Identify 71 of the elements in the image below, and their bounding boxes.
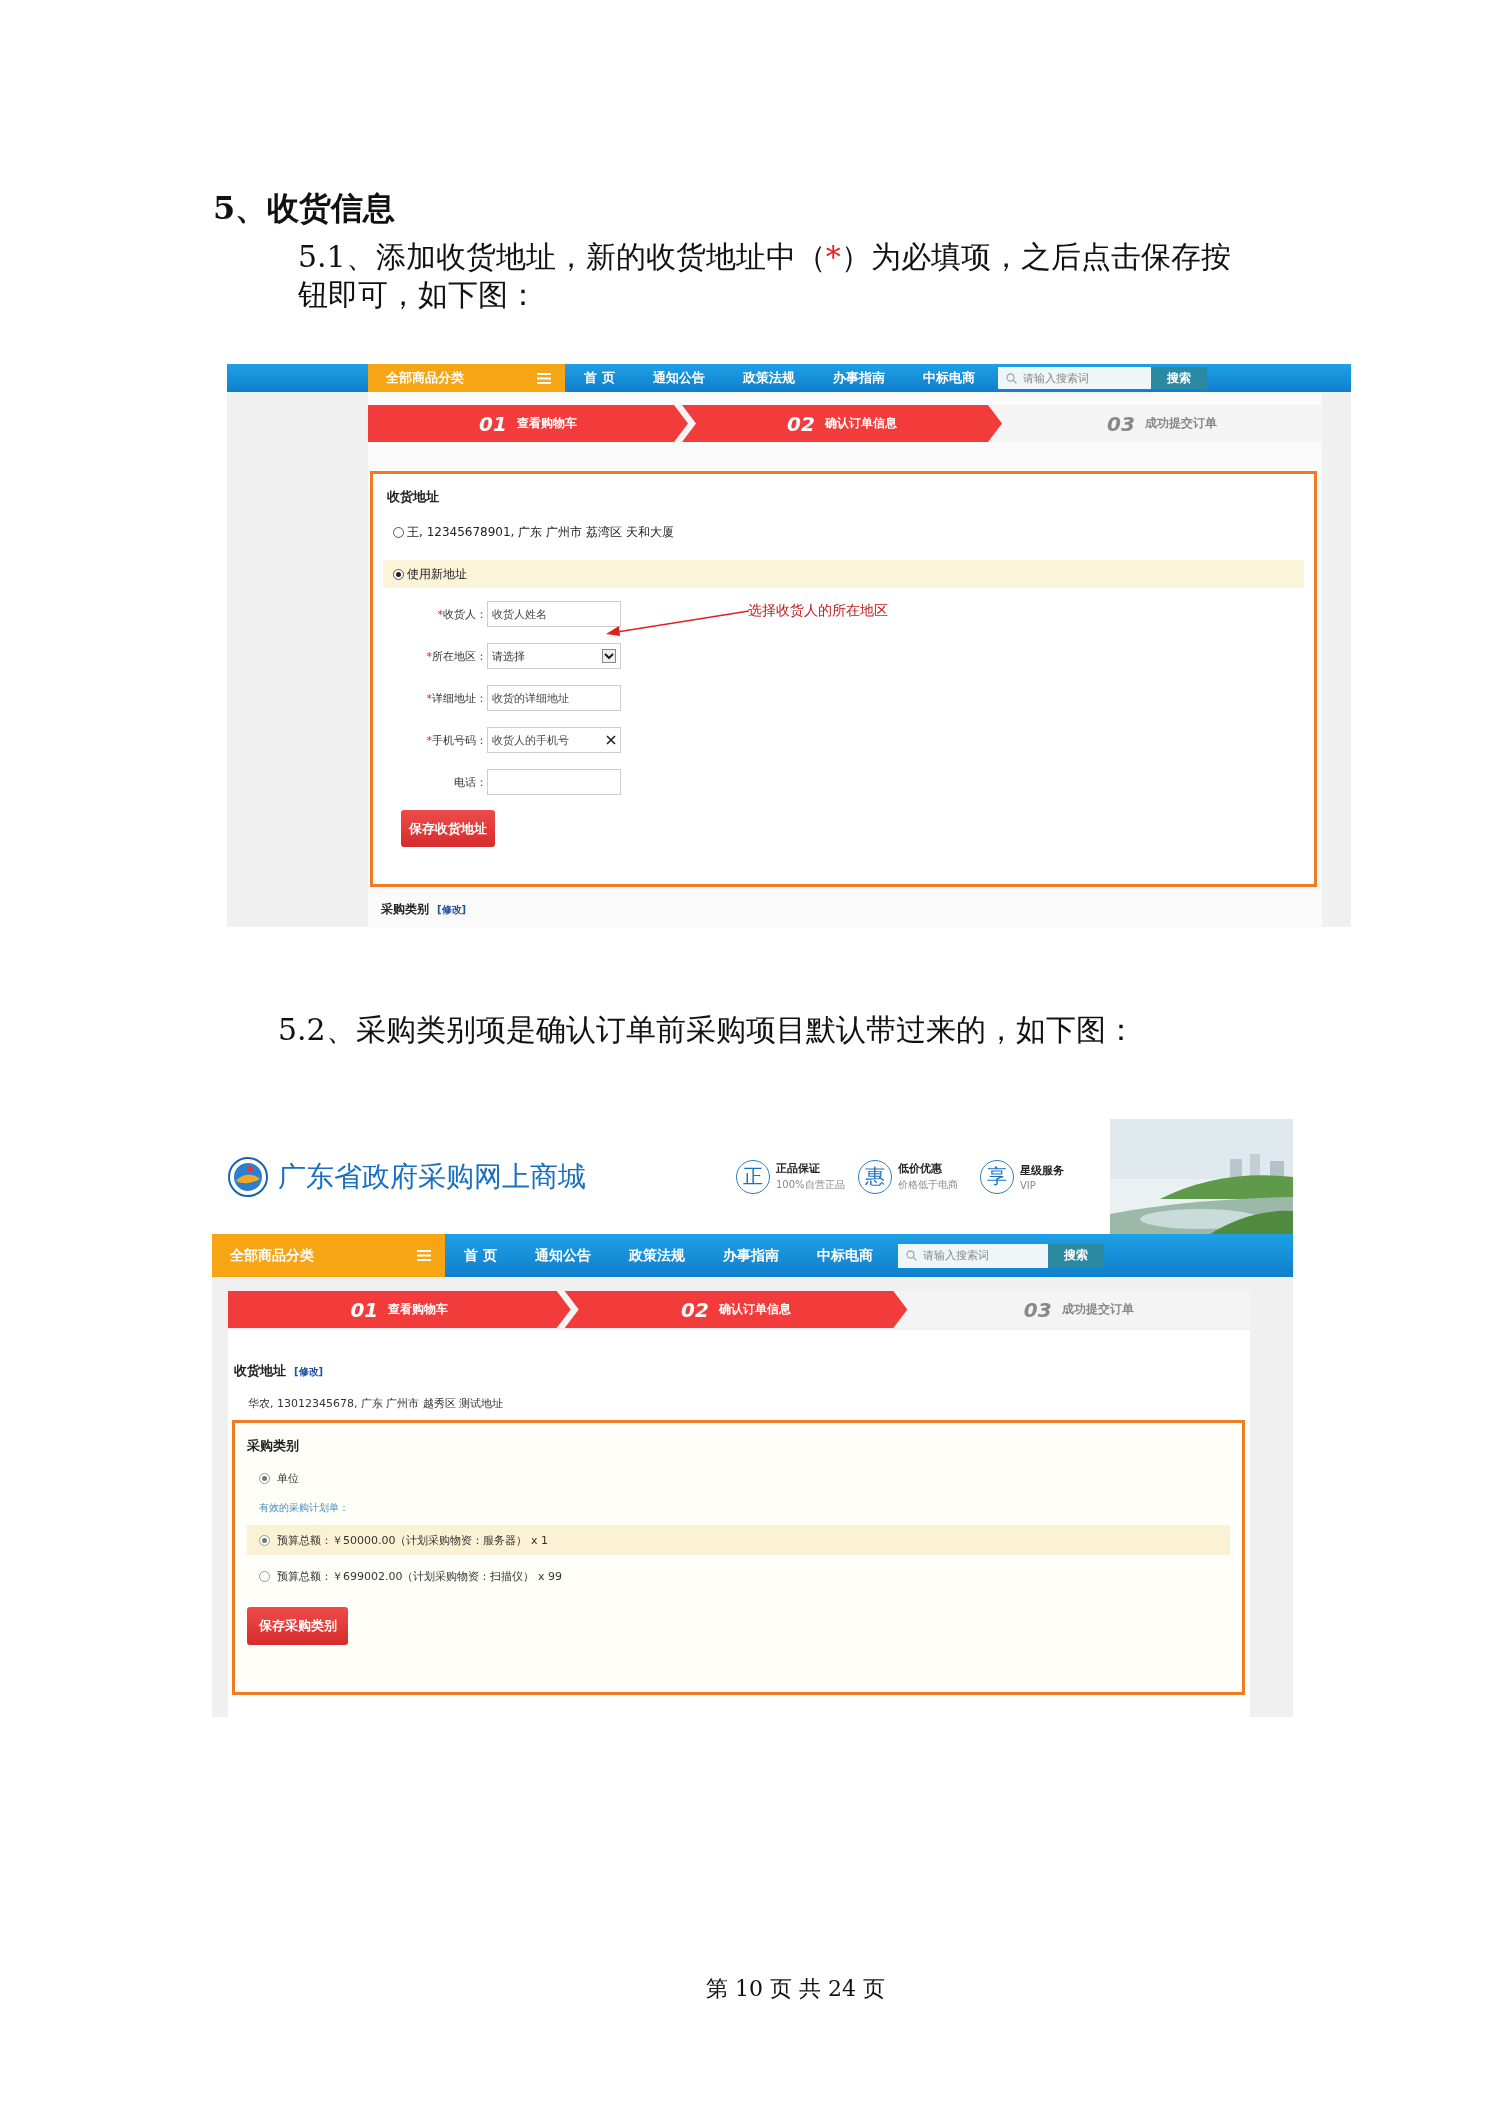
search-button[interactable]: 搜索 (1047, 1243, 1104, 1268)
nav-link[interactable]: 政策法规 (609, 1246, 704, 1265)
nav-link[interactable]: 首 页 (565, 369, 634, 387)
search-icon (905, 1250, 917, 1261)
address-text: 华农, 13012345678, 广东 广州市 越秀区 测试地址 (248, 1396, 505, 1411)
input-field[interactable]: 收货人姓名 (487, 601, 621, 627)
category-option[interactable]: 单位 (247, 1463, 1230, 1493)
progress-step: 01 查看购物车 (228, 1291, 571, 1328)
plan-option[interactable]: 预算总额：￥50000.00（计划采购物资：服务器） x 1 (247, 1525, 1230, 1555)
field-label: *所在地区： (425, 648, 487, 664)
site-title: 广东省政府采购网上商城 (278, 1158, 586, 1195)
input-field[interactable]: 收货人的手机号 (487, 727, 621, 753)
badge-title: 正品保证 (776, 1161, 821, 1176)
nav-link[interactable]: 中标电商 (797, 1246, 892, 1265)
edit-link[interactable]: [修改] (437, 903, 467, 917)
logo-icon (228, 1156, 268, 1197)
search-field[interactable]: 请输入搜索词 (897, 1243, 1048, 1268)
section-title: 收货地址 (234, 1362, 286, 1380)
address-option[interactable]: 使用新地址 (383, 560, 1304, 588)
field-label: *详细地址： (425, 690, 487, 706)
progress-step: 01 查看购物车 (368, 405, 688, 442)
save-address-button[interactable]: 保存收货地址 (401, 810, 495, 847)
search-icon (1005, 372, 1017, 384)
input-field[interactable]: 收货的详细地址 (487, 685, 621, 711)
caret-icon (602, 649, 616, 663)
radio-button[interactable] (393, 568, 404, 580)
badge-subtitle: 100%自营正品 (776, 1178, 846, 1192)
progress-step: 02 确认订单信息 (682, 405, 1002, 442)
instruction-text: 5.1、添加收货地址，新的收货地址中（*）为必填项，之后点击保存按钮即可，如下图： (298, 238, 1232, 314)
input-field[interactable] (487, 769, 621, 795)
badge-title: 星级服务 (1020, 1162, 1065, 1178)
category-menu[interactable]: 全部商品分类 (212, 1234, 445, 1277)
nav-link[interactable]: 中标电商 (903, 369, 994, 387)
instruction-text: 5.2、采购类别项是确认订单前采购项目默认带过来的，如下图： (278, 1011, 1136, 1049)
radio-button[interactable] (259, 1570, 270, 1582)
section-title: 采购类别 (247, 1437, 300, 1455)
input-field[interactable]: 请选择 (487, 643, 621, 669)
search-button[interactable]: 搜索 (1150, 367, 1207, 389)
section-heading: 5、收货信息 (213, 188, 396, 228)
radio-button[interactable] (259, 1472, 270, 1484)
nav-link[interactable]: 办事指南 (813, 369, 904, 387)
radio-button[interactable] (259, 1534, 270, 1546)
category-label: 全部商品分类 (230, 1246, 314, 1265)
section-title: 收货地址 (386, 488, 440, 506)
badge-subtitle: VIP (1020, 1179, 1037, 1191)
progress-step: 02 确认订单信息 (564, 1291, 908, 1328)
menu-icon (417, 1250, 431, 1261)
radio-button[interactable] (393, 526, 404, 538)
field-label: *收货人： (436, 606, 487, 622)
nav-link[interactable]: 政策法规 (723, 369, 814, 387)
category-menu[interactable]: 全部商品分类 (368, 364, 565, 392)
field-label: *手机号码： (425, 732, 487, 748)
category-label: 全部商品分类 (386, 369, 464, 387)
nav-link[interactable]: 通知公告 (633, 369, 724, 387)
page-number: 第 10 页 共 24 页 (706, 1975, 885, 2003)
field-label: 电话： (453, 774, 487, 790)
edit-link[interactable]: [修改] (294, 1365, 324, 1379)
nav-link[interactable]: 通知公告 (515, 1246, 610, 1265)
nav-link[interactable]: 办事指南 (703, 1246, 798, 1265)
section-title: 采购类别 (381, 901, 429, 918)
badge-subtitle: 价格低于电商 (898, 1178, 959, 1192)
callout-text: 选择收货人的所在地区 (748, 602, 888, 620)
badge-title: 低价优惠 (898, 1161, 943, 1176)
search-field[interactable]: 请输入搜索词 (997, 367, 1151, 389)
save-category-button[interactable]: 保存采购类别 (247, 1607, 348, 1645)
menu-icon (537, 372, 551, 384)
plan-option[interactable]: 预算总额：￥699002.00（计划采购物资：扫描仪） x 99 (247, 1561, 1230, 1591)
clear-icon[interactable] (606, 735, 616, 745)
hint-text: 有效的采购计划单： (259, 1501, 350, 1515)
nav-link[interactable]: 首 页 (445, 1246, 516, 1265)
address-option[interactable]: 王, 12345678901, 广东 广州市 荔湾区 天和大厦 (383, 518, 1304, 546)
